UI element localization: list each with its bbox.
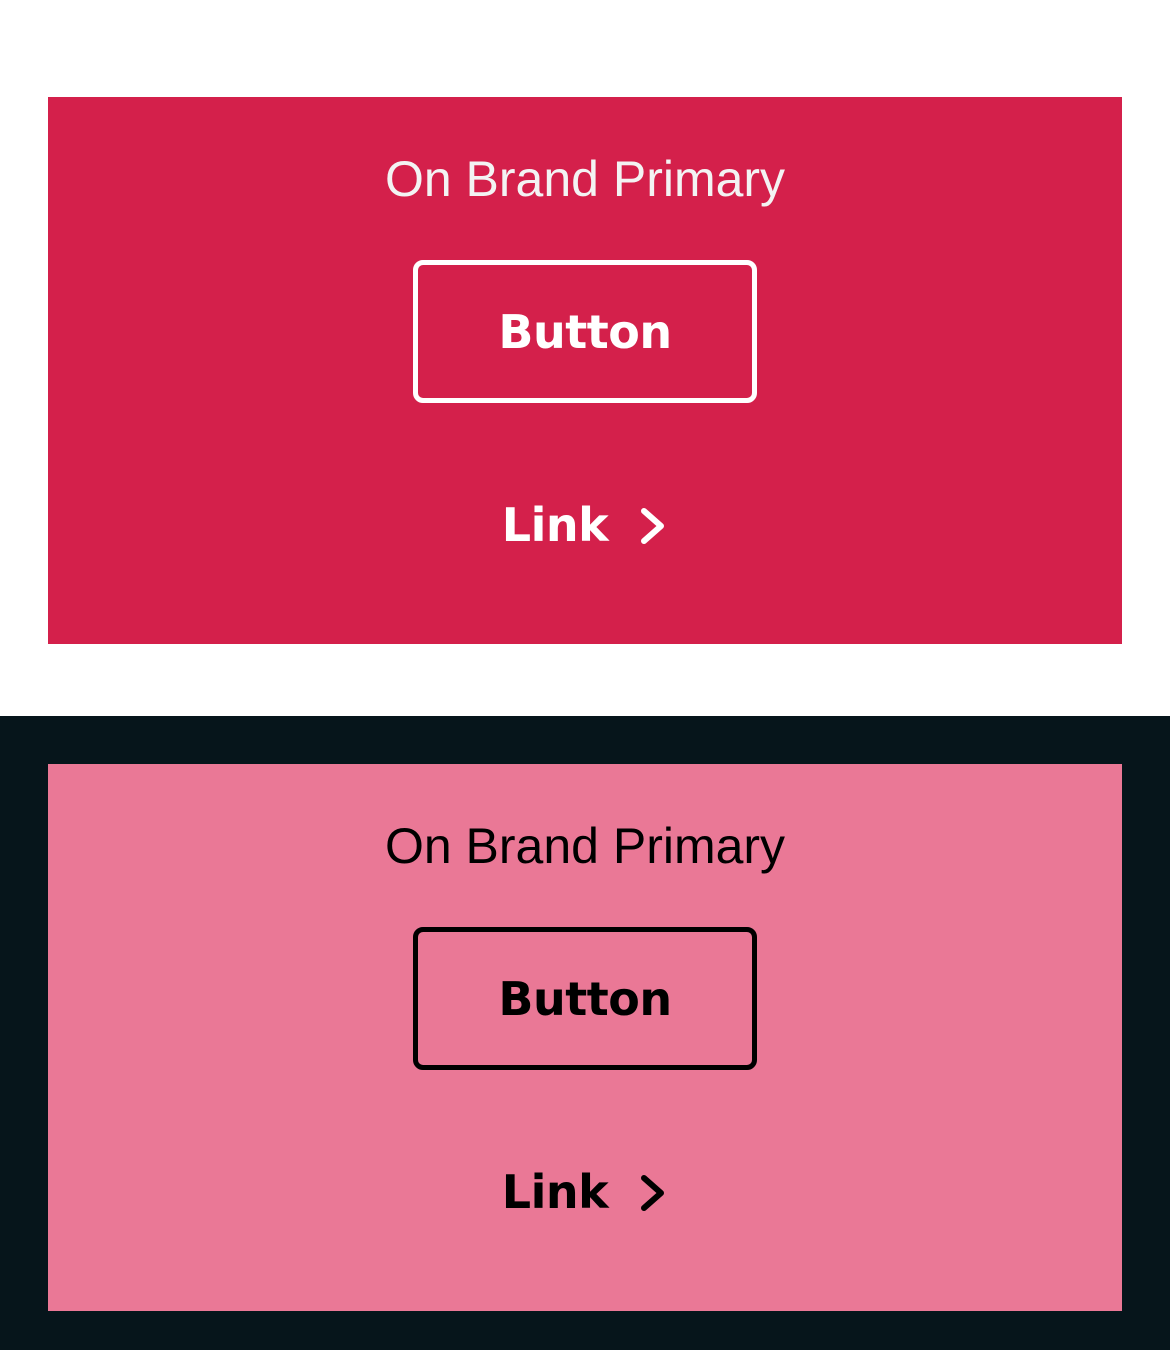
chevron-right-icon bbox=[638, 1172, 668, 1214]
chevron-link[interactable]: Link bbox=[48, 495, 1122, 555]
chevron-right-icon bbox=[638, 505, 668, 547]
link-label: Link bbox=[501, 498, 609, 552]
card-title: On Brand Primary bbox=[384, 818, 786, 874]
dark-theme-section: On Brand Primary Button Link bbox=[0, 716, 1170, 1350]
link-label: Link bbox=[501, 1165, 609, 1219]
outline-button[interactable]: Button bbox=[413, 927, 757, 1070]
card-title: On Brand Primary bbox=[384, 151, 786, 207]
outline-button[interactable]: Button bbox=[413, 260, 757, 403]
chevron-link[interactable]: Link bbox=[48, 1162, 1122, 1222]
brand-primary-card: On Brand Primary Button Link bbox=[48, 97, 1122, 644]
brand-primary-card: On Brand Primary Button Link bbox=[48, 764, 1122, 1311]
light-theme-section: On Brand Primary Button Link bbox=[0, 0, 1170, 716]
